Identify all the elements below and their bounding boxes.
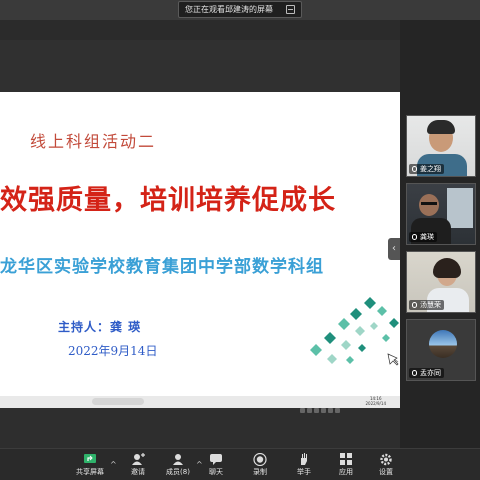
raise-hand-label: 举手 <box>297 468 311 476</box>
apps-button[interactable]: 应用 <box>326 451 366 479</box>
viewing-banner-text: 您正在观看邱建涛的屏幕 <box>185 5 273 14</box>
settings-button[interactable]: 设置 <box>366 451 406 479</box>
tray-icon <box>307 408 312 413</box>
tray-icon <box>314 408 319 413</box>
meeting-toolbar: 共享屏幕 ^ 邀请 成员(8) ^ 聊天 录制 举手 应用 设置 <box>0 448 480 480</box>
microphone-icon <box>412 234 417 240</box>
apps-icon <box>339 451 353 465</box>
shared-screen-top <box>0 40 400 92</box>
share-screen-label: 共享屏幕 <box>76 468 104 476</box>
taskbar-date: 2022/9/14 <box>365 401 386 406</box>
tray-icon <box>300 408 305 413</box>
participant-name: 孟亦同 <box>409 368 444 378</box>
top-bar: 您正在观看邱建涛的屏幕 <box>0 0 480 20</box>
slide-main-heading: 效强质量，培训培养促成长 <box>0 185 336 216</box>
microphone-icon <box>412 166 417 172</box>
participant-background <box>447 188 473 228</box>
participant-name: 龚瑛 <box>409 232 437 242</box>
invite-icon <box>131 451 145 465</box>
chat-label: 聊天 <box>209 468 223 476</box>
raise-hand-button[interactable]: 举手 <box>284 451 324 479</box>
microphone-icon <box>412 302 417 308</box>
slide-decoration-graphic <box>310 297 399 366</box>
participant-face <box>419 194 439 216</box>
viewing-banner[interactable]: 您正在观看邱建涛的屏幕 <box>178 1 302 18</box>
slide-host: 主持人：龚 瑛 <box>58 320 142 334</box>
members-label: 成员(8) <box>166 468 190 476</box>
apps-label: 应用 <box>339 468 353 476</box>
taskbar-clock: 14:16 2022/9/14 <box>365 396 386 406</box>
record-icon <box>253 451 267 467</box>
share-screen-icon <box>83 451 97 464</box>
tray-icon <box>335 408 340 413</box>
slide-subheading: 龙华区实验学校教育集团中学部数学科组 <box>0 257 324 277</box>
members-button[interactable]: 成员(8) <box>158 451 198 479</box>
mouse-cursor-icon <box>387 353 399 366</box>
tray-icon <box>321 408 326 413</box>
chevron-up-icon[interactable]: ^ <box>110 460 117 469</box>
chat-icon <box>209 451 223 465</box>
participant-tile[interactable]: 龚瑛 <box>406 183 476 245</box>
participant-name: 汤慧荣 <box>409 300 444 310</box>
participant-panel: 姜之翔 龚瑛 汤慧荣 孟亦同 <box>400 20 480 448</box>
participant-tile[interactable]: 姜之翔 <box>406 115 476 177</box>
participant-hair <box>433 258 461 278</box>
record-button[interactable]: 录制 <box>240 451 280 479</box>
participant-hair <box>427 120 455 134</box>
participant-avatar <box>429 330 457 358</box>
slide-date: 2022年9月14日 <box>68 344 158 358</box>
system-tray <box>300 398 360 413</box>
taskbar-search <box>92 398 144 405</box>
record-label: 录制 <box>253 468 267 476</box>
slide-title: 线上科组活动二 <box>30 132 157 151</box>
chat-button[interactable]: 聊天 <box>196 451 236 479</box>
members-icon <box>171 451 185 465</box>
participant-name: 姜之翔 <box>409 164 444 174</box>
shared-taskbar: 14:16 2022/9/14 <box>0 396 400 413</box>
presentation-slide: 线上科组活动二 效强质量，培训培养促成长 龙华区实验学校教育集团中学部数学科组 … <box>0 92 400 396</box>
settings-icon <box>379 451 393 466</box>
raise-hand-icon <box>297 451 311 465</box>
settings-label: 设置 <box>379 468 393 476</box>
headphones <box>421 202 437 205</box>
participant-tile[interactable]: 汤慧荣 <box>406 251 476 313</box>
participant-tile[interactable]: 孟亦同 <box>406 319 476 381</box>
invite-button[interactable]: 邀请 <box>118 451 158 479</box>
shared-screen: 线上科组活动二 效强质量，培训培养促成长 龙华区实验学校教育集团中学部数学科组 … <box>0 40 400 448</box>
minimize-icon[interactable] <box>286 5 295 14</box>
invite-label: 邀请 <box>131 468 145 476</box>
collapse-panel-handle[interactable]: ‹ <box>388 238 400 260</box>
share-screen-button[interactable]: 共享屏幕 <box>70 451 110 479</box>
tray-icon <box>328 408 333 413</box>
microphone-icon <box>412 370 417 376</box>
